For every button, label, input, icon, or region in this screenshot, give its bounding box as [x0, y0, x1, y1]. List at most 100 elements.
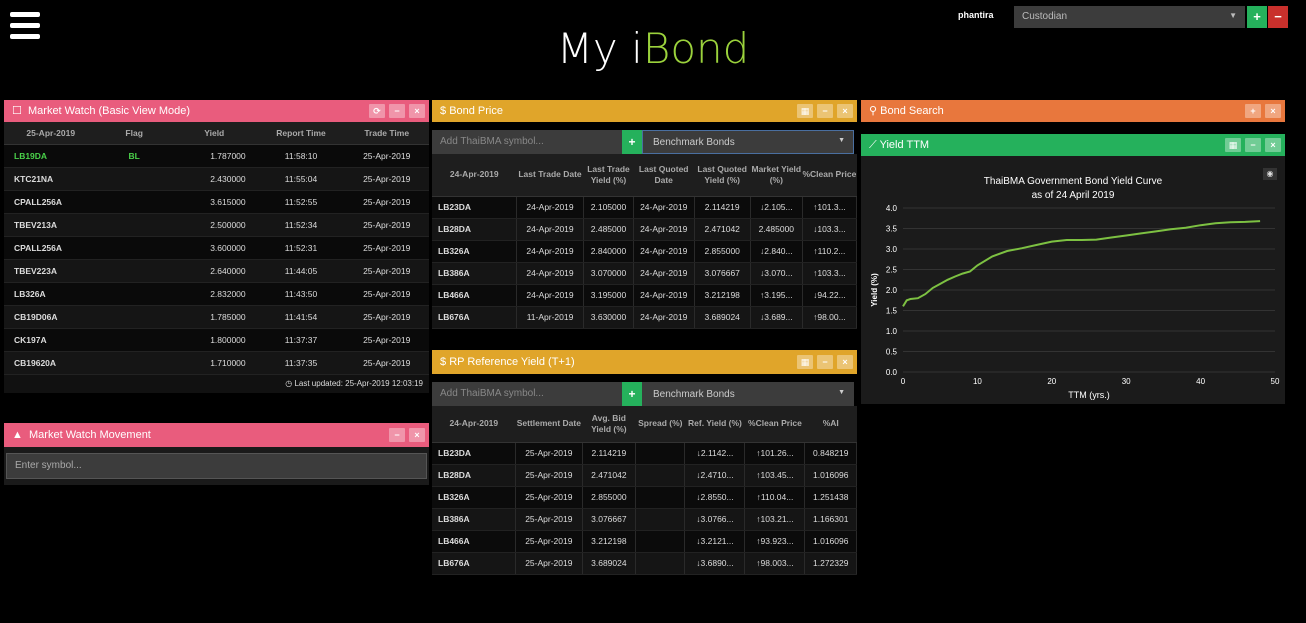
- symbol-cell[interactable]: LB386A: [432, 508, 517, 531]
- symbol-cell[interactable]: LB326A: [432, 486, 517, 509]
- symbol-cell[interactable]: LB19DA: [4, 144, 98, 168]
- symbol-cell[interactable]: LB386A: [432, 262, 517, 285]
- column-header[interactable]: %AI: [804, 406, 857, 443]
- table-row[interactable]: TBEV223A 2.640000 11:44:05 25-Apr-2019: [4, 259, 429, 283]
- symbol-cell[interactable]: CK197A: [4, 328, 98, 352]
- close-button[interactable]: ×: [1265, 138, 1281, 152]
- symbol-cell[interactable]: LB28DA: [432, 464, 517, 487]
- table-row[interactable]: LB676A 11-Apr-2019 3.630000 24-Apr-2019 3.68…: [432, 306, 858, 329]
- symbol-cell[interactable]: LB23DA: [432, 196, 517, 219]
- ref-yield-cell: ↓2.4710...: [684, 464, 746, 487]
- column-header[interactable]: 24-Apr-2019: [432, 406, 516, 443]
- symbol-cell[interactable]: TBEV213A: [4, 213, 98, 237]
- symbol-cell[interactable]: LB466A: [432, 284, 517, 307]
- table-row[interactable]: CPALL256A 3.615000 11:52:55 25-Apr-2019: [4, 190, 429, 214]
- add-button[interactable]: +: [1247, 6, 1267, 28]
- table-row[interactable]: LB466A 24-Apr-2019 3.195000 24-Apr-2019 3.21…: [432, 284, 858, 307]
- symbol-cell[interactable]: LB326A: [4, 282, 98, 306]
- table-row[interactable]: LB466A 25-Apr-2019 3.212198 ↓3.2121... ↑93.9…: [432, 530, 857, 553]
- column-header[interactable]: Last Quoted Date: [633, 154, 695, 197]
- symbol-cell[interactable]: LB466A: [432, 530, 517, 553]
- column-header[interactable]: Settlement Date: [515, 406, 583, 443]
- column-header[interactable]: Spread (%): [635, 406, 685, 443]
- table-row[interactable]: LB23DA 25-Apr-2019 2.114219 ↓2.1142... ↑101.…: [432, 442, 857, 465]
- benchmark-select[interactable]: Benchmark Bonds ▼: [642, 382, 854, 406]
- table-row[interactable]: LB676A 25-Apr-2019 3.689024 ↓3.6890... ↑98.0…: [432, 552, 857, 575]
- flag-cell: [97, 305, 171, 329]
- close-button[interactable]: ×: [837, 355, 853, 369]
- calendar-icon[interactable]: ▦: [1225, 138, 1241, 152]
- symbol-input[interactable]: Add ThaiBMA symbol...: [432, 130, 622, 154]
- add-symbol-button[interactable]: +: [622, 382, 642, 406]
- role-select[interactable]: Custodian ▼: [1014, 6, 1245, 28]
- table-row[interactable]: TBEV213A 2.500000 11:52:34 25-Apr-2019: [4, 213, 429, 237]
- table-row[interactable]: LB326A 2.832000 11:43:50 25-Apr-2019: [4, 282, 429, 306]
- symbol-cell[interactable]: CPALL256A: [4, 236, 98, 260]
- symbol-cell[interactable]: LB676A: [432, 552, 517, 575]
- column-header[interactable]: Yield: [170, 122, 258, 145]
- close-button[interactable]: ×: [409, 104, 425, 118]
- last-quoted-yield-cell: 2.114219: [694, 196, 751, 219]
- column-header[interactable]: %Clean Price: [802, 154, 857, 197]
- minimize-button[interactable]: −: [1245, 138, 1261, 152]
- calendar-icon[interactable]: ▦: [797, 104, 813, 118]
- symbol-input[interactable]: Add ThaiBMA symbol...: [432, 382, 622, 406]
- minimize-button[interactable]: −: [389, 428, 405, 442]
- column-header[interactable]: Ref. Yield (%): [684, 406, 745, 443]
- add-button[interactable]: +: [1245, 104, 1261, 118]
- column-header[interactable]: Market Yield (%): [750, 154, 803, 197]
- table-row[interactable]: LB28DA 24-Apr-2019 2.485000 24-Apr-2019 2.47…: [432, 218, 858, 241]
- table-row[interactable]: KTC21NA 2.430000 11:55:04 25-Apr-2019: [4, 167, 429, 191]
- symbol-cell[interactable]: LB28DA: [432, 218, 517, 241]
- table-row[interactable]: LB28DA 25-Apr-2019 2.471042 ↓2.4710... ↑103.…: [432, 464, 857, 487]
- symbol-cell[interactable]: CB19620A: [4, 351, 98, 375]
- close-button[interactable]: ×: [837, 104, 853, 118]
- symbol-cell[interactable]: TBEV223A: [4, 259, 98, 283]
- column-header[interactable]: Trade Time: [344, 122, 429, 145]
- column-header[interactable]: 25-Apr-2019: [4, 122, 98, 145]
- column-header[interactable]: Avg. Bid Yield (%): [582, 406, 636, 443]
- table-row[interactable]: CB19D06A 1.785000 11:41:54 25-Apr-2019: [4, 305, 429, 329]
- column-header[interactable]: Last Trade Date: [516, 154, 584, 197]
- minimize-button[interactable]: −: [817, 355, 833, 369]
- table-row[interactable]: CPALL256A 3.600000 11:52:31 25-Apr-2019: [4, 236, 429, 260]
- add-symbol-button[interactable]: +: [622, 130, 642, 154]
- table-row[interactable]: CB19620A 1.710000 11:37:35 25-Apr-2019: [4, 351, 429, 375]
- symbol-cell[interactable]: LB23DA: [432, 442, 517, 465]
- last-quoted-date-cell: 24-Apr-2019: [633, 306, 695, 329]
- column-header[interactable]: 24-Apr-2019: [432, 154, 517, 197]
- column-header[interactable]: Report Time: [257, 122, 345, 145]
- remove-button[interactable]: −: [1268, 6, 1288, 28]
- table-row[interactable]: CK197A 1.800000 11:37:37 25-Apr-2019: [4, 328, 429, 352]
- trade-time-cell: 25-Apr-2019: [344, 351, 429, 375]
- table-row[interactable]: LB386A 25-Apr-2019 3.076667 ↓3.0766... ↑103.…: [432, 508, 857, 531]
- table-row[interactable]: LB326A 24-Apr-2019 2.840000 24-Apr-2019 2.85…: [432, 240, 858, 263]
- yield-ttm-panel: ⟋ Yield TTM ▦ − × ◉ ThaiBMA Government B…: [861, 134, 1285, 404]
- column-header[interactable]: Flag: [97, 122, 171, 145]
- symbol-input[interactable]: Enter symbol...: [6, 453, 427, 479]
- table-row[interactable]: LB326A 25-Apr-2019 2.855000 ↓2.8550... ↑110.…: [432, 486, 857, 509]
- last-trade-date-cell: 24-Apr-2019: [516, 240, 585, 263]
- last-quoted-yield-cell: 3.689024: [694, 306, 751, 329]
- symbol-cell[interactable]: LB676A: [432, 306, 517, 329]
- close-button[interactable]: ×: [1265, 104, 1281, 118]
- close-button[interactable]: ×: [409, 428, 425, 442]
- calendar-icon[interactable]: ▦: [797, 355, 813, 369]
- spread-cell: [635, 508, 686, 531]
- table-row[interactable]: LB19DA BL 1.787000 11:58:10 25-Apr-2019: [4, 144, 429, 168]
- symbol-cell[interactable]: LB326A: [432, 240, 517, 263]
- symbol-cell[interactable]: CB19D06A: [4, 305, 98, 329]
- clean-price-cell: ↑101.3...: [802, 196, 858, 219]
- benchmark-select[interactable]: Benchmark Bonds ▼: [642, 130, 854, 154]
- refresh-button[interactable]: ⟳: [369, 104, 385, 118]
- column-header[interactable]: Last Trade Yield (%): [583, 154, 634, 197]
- column-header[interactable]: %Clean Price: [744, 406, 805, 443]
- symbol-cell[interactable]: CPALL256A: [4, 190, 98, 214]
- table-row[interactable]: LB386A 24-Apr-2019 3.070000 24-Apr-2019 3.07…: [432, 262, 858, 285]
- minimize-button[interactable]: −: [389, 104, 405, 118]
- symbol-cell[interactable]: KTC21NA: [4, 167, 98, 191]
- minimize-button[interactable]: −: [817, 104, 833, 118]
- table-row[interactable]: LB23DA 24-Apr-2019 2.105000 24-Apr-2019 2.11…: [432, 196, 858, 219]
- last-trade-date-cell: 24-Apr-2019: [516, 262, 585, 285]
- column-header[interactable]: Last Quoted Yield (%): [694, 154, 751, 197]
